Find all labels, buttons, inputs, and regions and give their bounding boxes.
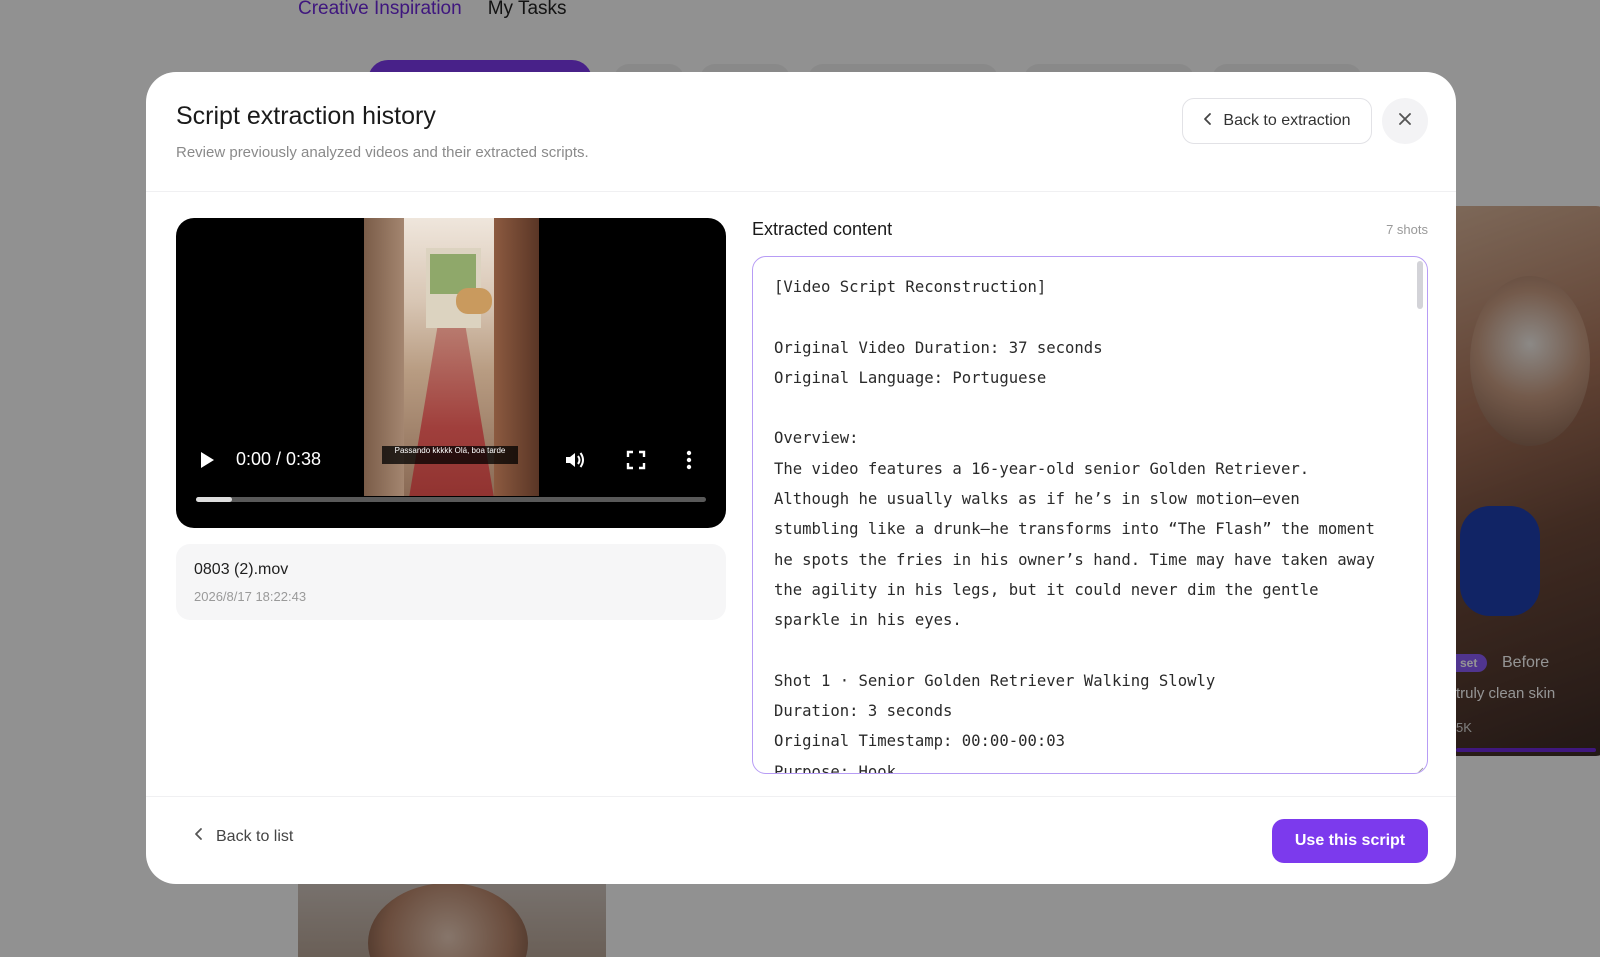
file-name: 0803 (2).mov (194, 561, 289, 578)
frame-rug (404, 328, 499, 496)
more-options-icon[interactable] (686, 450, 692, 475)
back-to-list-label: Back to list (216, 827, 294, 845)
modal-footer: Back to list Use this script (146, 796, 1456, 884)
chevron-left-icon (194, 827, 204, 846)
back-to-list-button[interactable]: Back to list (194, 827, 293, 846)
use-this-script-button[interactable]: Use this script (1272, 819, 1428, 863)
close-button[interactable] (1382, 98, 1428, 144)
resize-handle-icon[interactable] (1416, 762, 1424, 773)
play-icon[interactable] (198, 450, 216, 475)
modal-title: Script extraction history (176, 102, 436, 130)
file-date: 2026/8/17 18:22:43 (194, 589, 307, 604)
video-progress-track[interactable] (196, 497, 706, 502)
modal-subtitle: Review previously analyzed videos and th… (176, 144, 589, 161)
fullscreen-icon[interactable] (626, 450, 646, 475)
back-to-extraction-button[interactable]: Back to extraction (1182, 98, 1372, 144)
shots-count: 7 shots (1386, 222, 1428, 237)
volume-icon[interactable] (564, 450, 586, 475)
back-to-extraction-label: Back to extraction (1223, 112, 1351, 129)
scrollbar-thumb[interactable] (1417, 261, 1423, 309)
video-player[interactable]: Passando kkkkk Olá, boa tarde 0:00 / 0:3… (176, 218, 726, 528)
frame-dog (456, 288, 492, 314)
history-file-item[interactable]: 0803 (2).mov 2026/8/17 18:22:43 (176, 544, 726, 620)
script-history-modal: Script extraction history Review previou… (146, 72, 1456, 884)
extracted-content-title: Extracted content (752, 219, 893, 239)
script-textarea[interactable]: [Video Script Reconstruction] Original V… (752, 256, 1428, 774)
video-time-display: 0:00 / 0:38 (236, 449, 322, 469)
video-progress-fill (196, 497, 232, 502)
modal-header: Script extraction history Review previou… (146, 72, 1456, 192)
close-icon (1397, 111, 1413, 132)
video-burned-caption: Passando kkkkk Olá, boa tarde (382, 446, 518, 464)
chevron-left-icon (1203, 112, 1213, 131)
script-text[interactable]: [Video Script Reconstruction] Original V… (774, 272, 1390, 773)
